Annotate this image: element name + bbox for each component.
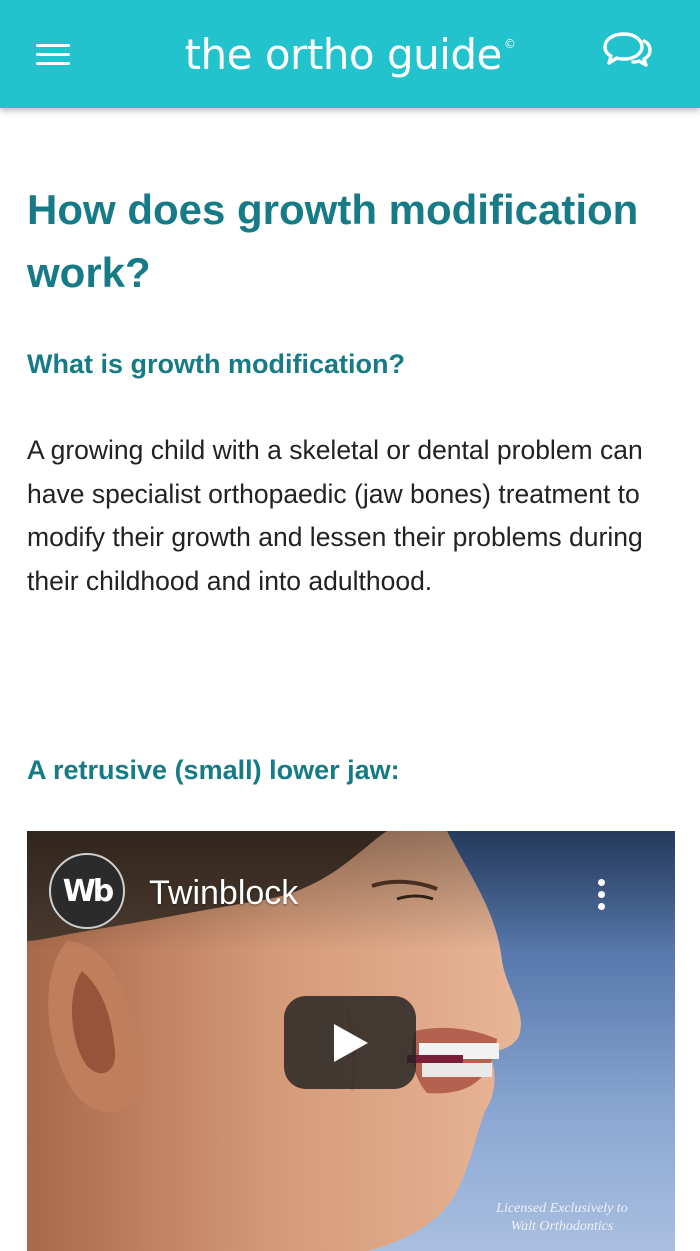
video-watermark: Licensed Exclusively to Walt Orthodontic…	[467, 1200, 657, 1236]
section-subheading: A retrusive (small) lower jaw:	[27, 755, 400, 785]
brand-name: the ortho guide	[184, 30, 503, 79]
video-title[interactable]: Twinblock	[149, 873, 298, 913]
brand-copyright-mark: ©	[503, 37, 516, 51]
page-title: How does growth modification work?	[27, 186, 639, 296]
play-button[interactable]	[284, 996, 416, 1089]
app-header: the ortho guide ©	[0, 0, 700, 108]
app-logo: the ortho guide ©	[0, 22, 700, 83]
channel-logo[interactable]: Wb	[49, 853, 125, 929]
watermark-line-1: Licensed Exclusively to	[496, 1201, 628, 1216]
article-paragraph: A growing child with a skeletal or denta…	[27, 435, 643, 596]
more-vertical-icon[interactable]	[590, 877, 612, 913]
play-icon	[334, 1024, 368, 1062]
video-player[interactable]: Wb Twinblock Licensed Exclusively to Wal…	[27, 831, 675, 1251]
chat-bubbles-icon[interactable]	[600, 28, 654, 72]
watermark-line-2: Walt Orthodontics	[510, 1219, 614, 1234]
section-heading: What is growth modification?	[27, 349, 405, 379]
